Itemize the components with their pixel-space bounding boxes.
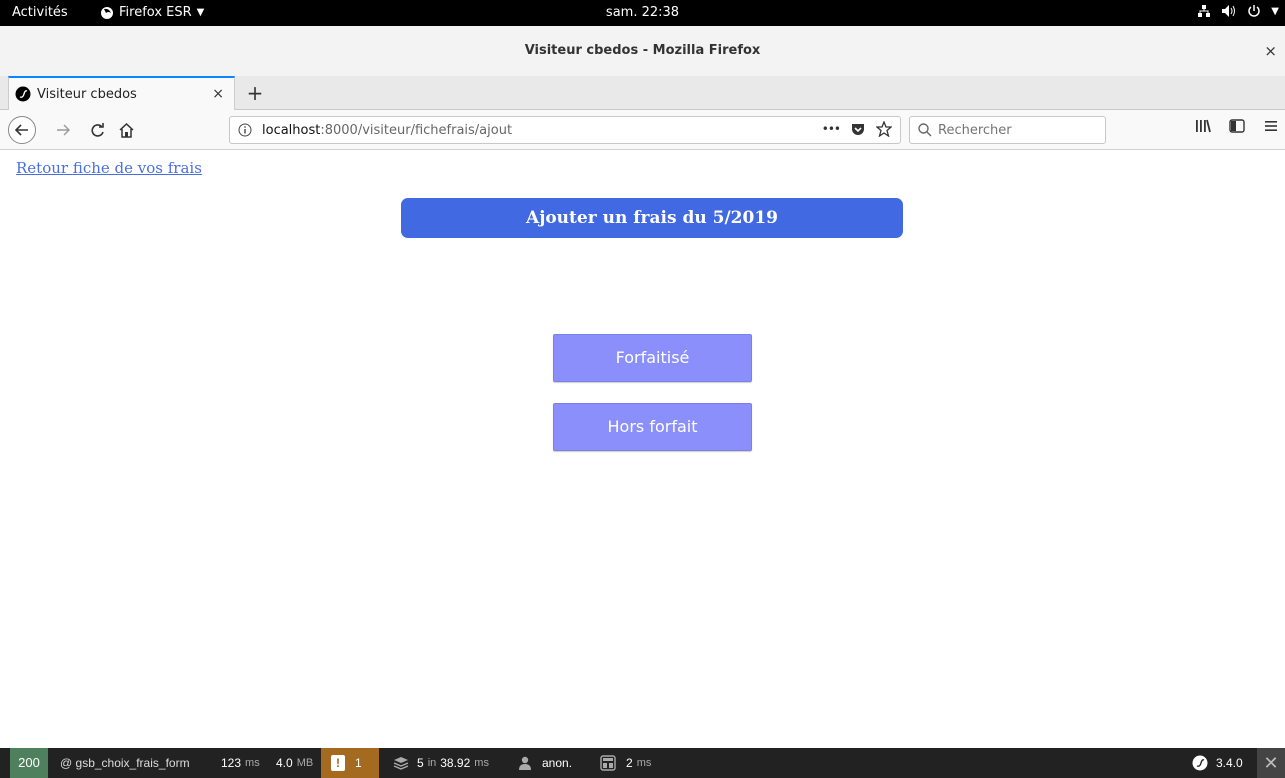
url-host: localhost	[262, 122, 321, 138]
system-top-bar: Activités Firefox ESR ▼ sam. 22:38 ▼	[0, 0, 1285, 26]
library-icon[interactable]	[1195, 118, 1211, 134]
symfony-version-item[interactable]: 3.4.0	[1192, 748, 1243, 778]
page-actions-button[interactable]: •••	[822, 122, 841, 136]
symfony-logo-icon	[1192, 755, 1208, 771]
database-icon	[393, 757, 409, 770]
sidebar-icon[interactable]	[1229, 118, 1245, 134]
time-value: 123	[221, 756, 242, 770]
new-tab-button[interactable]: +	[244, 81, 266, 105]
reload-button[interactable]	[86, 117, 108, 143]
symfony-version: 3.4.0	[1216, 756, 1243, 770]
user-icon	[519, 756, 531, 770]
page-heading: Ajouter un frais du 5/2019	[401, 198, 903, 238]
hamburger-menu-icon[interactable]	[1263, 118, 1279, 134]
search-placeholder: Rechercher	[938, 122, 1012, 138]
status-code-badge[interactable]: 200	[10, 748, 48, 778]
hors-forfait-button[interactable]: Hors forfait	[553, 403, 752, 451]
url-bar[interactable]: localhost:8000/visiteur/fichefrais/ajout…	[229, 116, 901, 144]
symfony-favicon-icon	[15, 86, 31, 102]
warning-icon: !	[331, 755, 345, 771]
time-unit: ms	[245, 757, 260, 769]
template-icon	[600, 755, 616, 771]
tab-visiteur[interactable]: Visiteur cbedos ×	[8, 76, 235, 110]
bookmark-star-icon[interactable]	[876, 121, 892, 137]
tab-title: Visiteur cbedos	[37, 86, 137, 102]
user-item[interactable]: anon.	[518, 748, 572, 778]
app-menu-label: Firefox ESR	[119, 5, 192, 20]
db-time-unit: ms	[474, 757, 489, 769]
pocket-icon[interactable]	[850, 121, 866, 137]
route-item[interactable]: @ gsb_choix_frais_form	[60, 748, 190, 778]
power-icon[interactable]	[1247, 4, 1261, 18]
db-in-label: in	[427, 757, 437, 769]
back-to-expenses-link[interactable]: Retour fiche de vos frais	[16, 159, 202, 177]
db-query-count: 5	[417, 756, 424, 770]
toolbar-close-icon[interactable]: ✕	[1257, 748, 1285, 778]
arrow-left-icon	[15, 124, 28, 136]
info-icon[interactable]	[238, 123, 252, 137]
chevron-down-icon: ▼	[196, 7, 205, 18]
activities-button[interactable]: Activités	[12, 5, 68, 20]
memory-value: 4.0	[276, 756, 293, 770]
twig-item[interactable]: 2 ms	[600, 748, 651, 778]
home-button[interactable]	[114, 117, 138, 143]
url-path: :8000/visiteur/fichefrais/ajout	[320, 122, 513, 138]
arrow-right-icon	[57, 124, 70, 136]
database-item[interactable]: 5 in 38.92 ms	[393, 748, 489, 778]
window-close-button[interactable]: ×	[1264, 42, 1277, 60]
network-icon[interactable]	[1197, 4, 1211, 18]
symfony-debug-toolbar: 200 @ gsb_choix_frais_form 123 ms 4.0 MB…	[0, 748, 1285, 778]
twig-time-unit: ms	[636, 757, 652, 769]
firefox-icon	[101, 6, 113, 19]
window-title: Visiteur cbedos - Mozilla Firefox	[524, 43, 761, 58]
db-time: 38.92	[440, 756, 471, 770]
back-button[interactable]	[8, 116, 36, 144]
search-bar[interactable]: Rechercher	[909, 116, 1106, 144]
reload-icon	[90, 122, 104, 137]
chevron-down-icon[interactable]: ▼	[1271, 6, 1279, 17]
logs-item[interactable]: ! 1	[321, 748, 379, 778]
user-name: anon.	[542, 756, 573, 770]
app-menu[interactable]: Firefox ESR ▼	[100, 5, 204, 20]
page-content: Retour fiche de vos frais Ajouter un fra…	[0, 151, 1285, 748]
home-icon	[118, 122, 134, 138]
route-name: @ gsb_choix_frais_form	[60, 756, 190, 770]
volume-icon[interactable]	[1221, 4, 1237, 18]
tab-strip: Visiteur cbedos × +	[0, 76, 1285, 110]
window-title-bar: Visiteur cbedos - Mozilla Firefox ×	[0, 26, 1285, 76]
tab-close-button[interactable]: ×	[212, 86, 224, 102]
memory-unit: MB	[296, 757, 314, 769]
forfaitise-button[interactable]: Forfaitisé	[553, 334, 752, 382]
memory-item[interactable]: 4.0 MB	[276, 748, 313, 778]
time-item[interactable]: 123 ms	[221, 748, 260, 778]
logs-count: 1	[355, 756, 362, 770]
search-icon	[918, 123, 932, 137]
clock[interactable]: sam. 22:38	[606, 5, 679, 20]
twig-time: 2	[626, 756, 633, 770]
navigation-toolbar: localhost:8000/visiteur/fichefrais/ajout…	[0, 110, 1285, 150]
forward-button[interactable]	[52, 117, 74, 143]
